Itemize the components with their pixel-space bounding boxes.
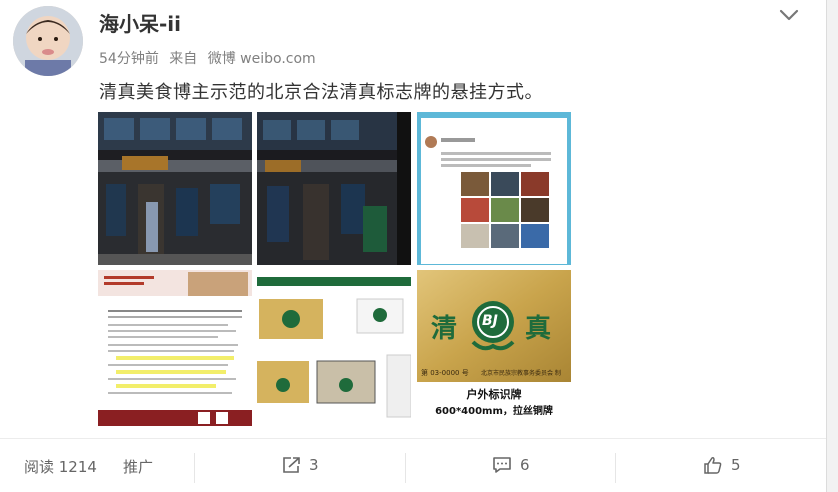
comment-button[interactable]: 6 xyxy=(492,456,530,474)
logo-letters: BJ xyxy=(482,313,498,329)
avatar[interactable] xyxy=(13,6,83,76)
photo-sign-samples[interactable] xyxy=(257,277,411,425)
source-prefix: 来自 xyxy=(169,51,198,67)
thumbs-up-icon xyxy=(703,456,723,474)
photo-document[interactable] xyxy=(98,270,252,426)
read-count-label: 阅读 1214 xyxy=(24,458,97,476)
like-button[interactable]: 5 xyxy=(703,456,741,474)
repost-icon xyxy=(282,456,302,474)
chevron-down-icon[interactable] xyxy=(778,6,800,24)
plate-caption-title: 户外标识牌 xyxy=(466,388,522,401)
halal-char-right: 真 xyxy=(525,314,552,344)
post-text: 清真美食博主示范的北京合法清真标志牌的悬挂方式。 xyxy=(99,82,543,103)
username[interactable]: 海小呆-ii xyxy=(99,8,181,37)
halal-char-left: 清 xyxy=(431,314,458,344)
footer-divider-line xyxy=(0,438,826,439)
repost-count: 3 xyxy=(309,456,319,474)
footer-separator xyxy=(405,453,406,483)
comment-icon xyxy=(492,456,512,474)
source-link[interactable]: 微博 weibo.com xyxy=(208,51,316,67)
photo-storefront-1[interactable] xyxy=(98,112,252,265)
promote-button[interactable]: 推广 xyxy=(123,456,153,477)
photo-storefront-2[interactable] xyxy=(257,112,411,265)
plate-number: 第 03-0000 号 xyxy=(421,369,469,377)
read-count: 阅读 1214 xyxy=(24,456,97,477)
post-meta: 54分钟前 来自 微博 weibo.com xyxy=(99,48,322,68)
post-time[interactable]: 54分钟前 xyxy=(99,51,159,67)
scrollbar[interactable] xyxy=(827,0,838,492)
comment-count: 6 xyxy=(520,456,530,474)
repost-button[interactable]: 3 xyxy=(282,456,319,474)
like-count: 5 xyxy=(731,456,741,474)
photo-post-screenshot[interactable] xyxy=(417,112,571,265)
photo-halal-plate[interactable]: 清 真 BJ 第 03-0000 号 北京市民族宗教事务委员会 制 户外标识牌 … xyxy=(417,270,571,426)
plate-issuer: 北京市民族宗教事务委员会 制 xyxy=(481,370,561,377)
plate-caption-size: 600*400mm，拉丝铜牌 xyxy=(435,406,553,417)
weibo-post-card: 海小呆-ii 54分钟前 来自 微博 weibo.com 清真美食博主示范的北京… xyxy=(0,0,827,492)
footer-separator xyxy=(194,453,195,483)
promote-label: 推广 xyxy=(123,458,154,476)
footer-separator xyxy=(615,453,616,483)
